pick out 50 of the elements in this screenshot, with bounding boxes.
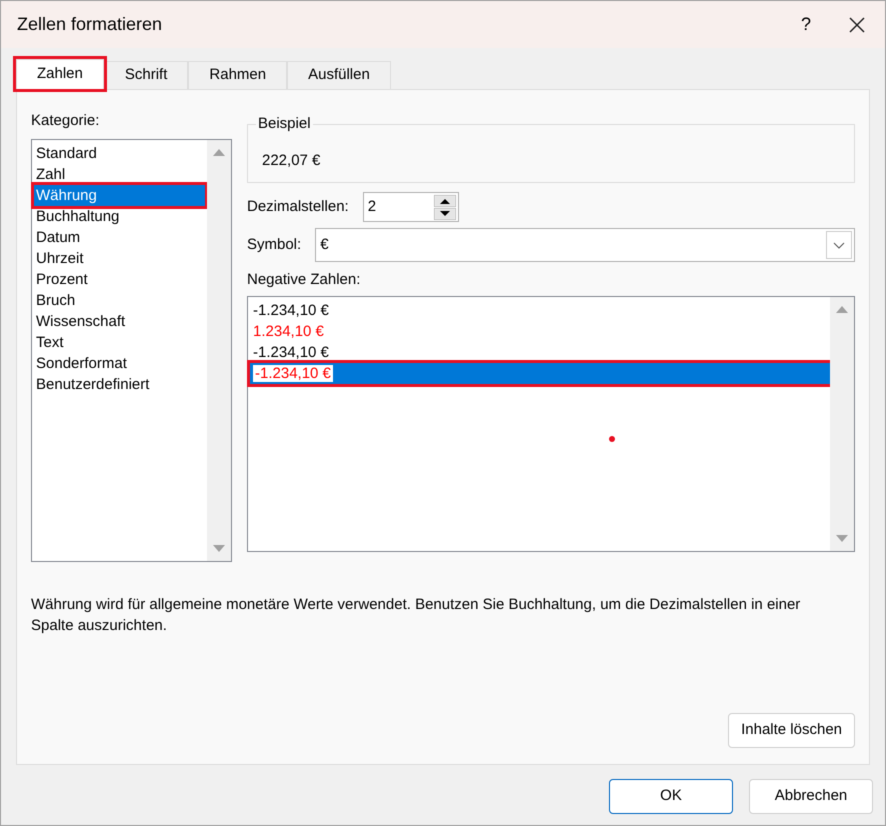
category-item[interactable]: Uhrzeit bbox=[34, 248, 205, 268]
scroll-up-icon[interactable] bbox=[213, 148, 225, 156]
category-item[interactable]: Buchhaltung bbox=[34, 206, 205, 226]
window-title: Zellen formatieren bbox=[17, 13, 164, 36]
tab[interactable]: Zahlen bbox=[16, 59, 104, 89]
negative-format-text: 1.234,10 € bbox=[253, 322, 324, 340]
category-item[interactable]: Text bbox=[34, 332, 205, 352]
description-text: Währung wird für allgemeine monetäre Werte verwendet. Benutzen Sie Buchhaltung, um die Dezimalstellen in einer Spalte auszurichten. bbox=[31, 594, 802, 636]
category-item[interactable]: Datum bbox=[34, 226, 205, 248]
negative-format-item[interactable]: 1.234,10 € bbox=[250, 320, 830, 342]
clear-contents-button[interactable]: Inhalte löschen bbox=[728, 713, 855, 748]
decimals-spinner[interactable]: 2 bbox=[362, 192, 459, 222]
symbol-dropdown[interactable]: € bbox=[315, 228, 855, 262]
chevron-down-icon[interactable] bbox=[826, 231, 852, 259]
symbol-label: Symbol: bbox=[247, 234, 302, 255]
tab[interactable]: Ausfüllen bbox=[287, 61, 391, 89]
dialog-button[interactable]: Abbrechen bbox=[749, 779, 873, 814]
category-list[interactable]: Standard Zahl Währung Buchhaltung Datum Uhrzeit Prozent Bruch Wissenschaft Text Sonderformat Benutzerdefiniert bbox=[31, 138, 232, 562]
category-item[interactable]: Bruch bbox=[34, 290, 205, 310]
negative-list[interactable]: -1.234,10 € 1.234,10 € -1.234,10 € -1.234,10 € bbox=[247, 296, 855, 552]
negative-format-item[interactable]: -1.234,10 € bbox=[250, 300, 830, 320]
category-label: Kategorie: bbox=[31, 111, 100, 131]
tab[interactable]: Rahmen bbox=[188, 61, 288, 89]
category-item[interactable]: Währung bbox=[34, 184, 205, 206]
negative-format-text: -1.234,10 € bbox=[253, 302, 329, 318]
scroll-down-icon[interactable] bbox=[213, 544, 225, 552]
dialog-button[interactable]: OK bbox=[609, 779, 733, 814]
close-icon[interactable] bbox=[849, 16, 865, 32]
sample-value: 222,07 € bbox=[262, 150, 320, 170]
decimals-value: 2 bbox=[366, 196, 378, 217]
decimals-label: Dezimalstellen: bbox=[247, 196, 349, 217]
marker-dot-icon bbox=[609, 436, 615, 442]
category-item[interactable]: Standard bbox=[34, 142, 205, 164]
scrollbar[interactable] bbox=[207, 140, 231, 560]
category-item[interactable]: Benutzerdefiniert bbox=[34, 374, 205, 394]
negative-format-item[interactable]: -1.234,10 € bbox=[250, 342, 830, 362]
category-item[interactable]: Sonderformat bbox=[34, 352, 205, 374]
spin-down-icon[interactable] bbox=[434, 208, 456, 220]
negative-format-item[interactable]: -1.234,10 € bbox=[250, 362, 830, 384]
category-item[interactable]: Zahl bbox=[34, 164, 205, 184]
negative-format-text: -1.234,10 € bbox=[253, 344, 329, 360]
category-item[interactable]: Prozent bbox=[34, 268, 205, 290]
negative-label: Negative Zahlen: bbox=[247, 270, 362, 290]
scroll-up-icon[interactable] bbox=[836, 304, 848, 312]
negative-format-text: -1.234,10 € bbox=[253, 364, 333, 382]
category-item[interactable]: Wissenschaft bbox=[34, 310, 205, 332]
scroll-down-icon[interactable] bbox=[836, 534, 848, 542]
help-button[interactable]: ? bbox=[783, 4, 829, 44]
scrollbar[interactable] bbox=[830, 296, 854, 550]
spin-up-icon[interactable] bbox=[434, 194, 456, 206]
